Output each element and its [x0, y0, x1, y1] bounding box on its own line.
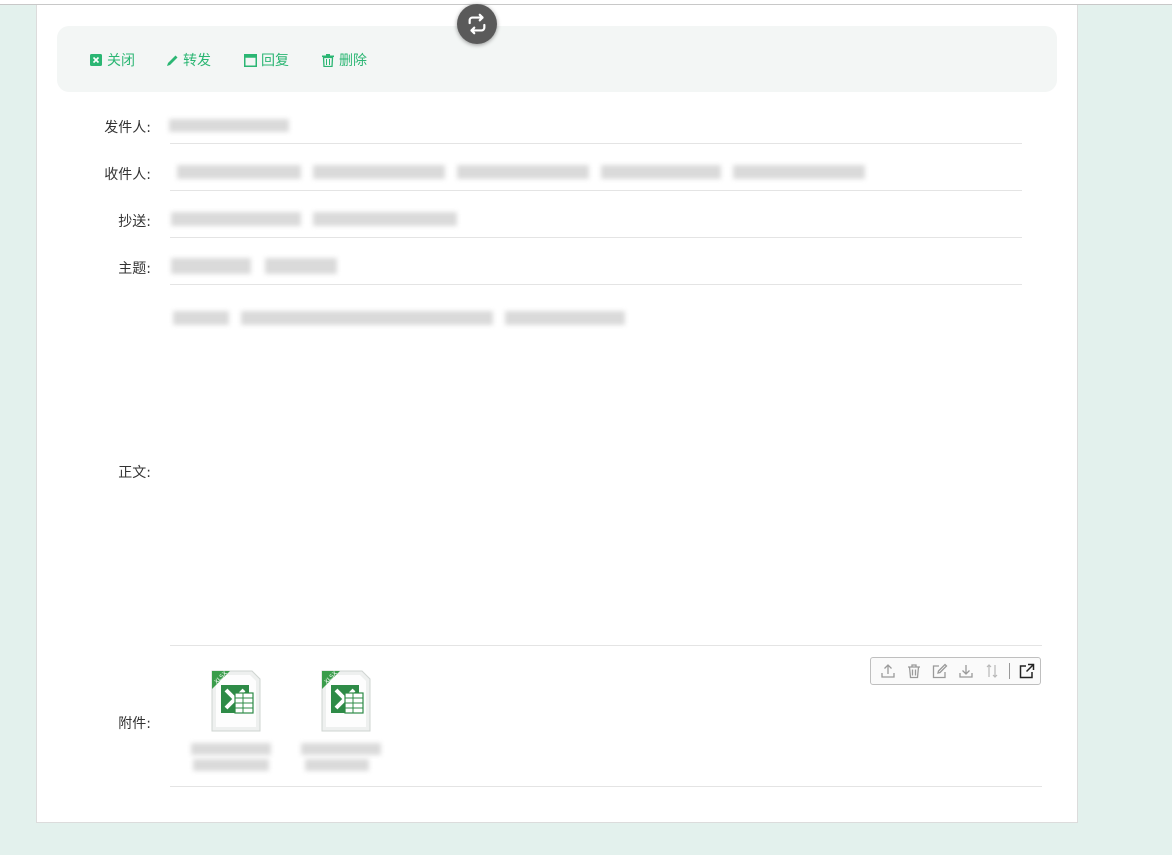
- divider: [170, 190, 1022, 191]
- attachment-item[interactable]: XLSX: [297, 669, 387, 771]
- excel-file-icon: XLSX: [211, 670, 261, 732]
- close-box-icon: [89, 53, 103, 67]
- close-button[interactable]: 关闭: [89, 50, 135, 70]
- open-external-icon[interactable]: [1014, 658, 1040, 684]
- trash-icon[interactable]: [901, 658, 927, 684]
- divider: [170, 645, 1042, 646]
- sender-label: 发件人:: [104, 120, 151, 136]
- edit-icon[interactable]: [927, 658, 953, 684]
- upload-icon[interactable]: [875, 658, 901, 684]
- download-icon[interactable]: [953, 658, 979, 684]
- divider: [170, 237, 1022, 238]
- recipient-label: 收件人:: [104, 167, 151, 183]
- excel-file-icon: XLSX: [321, 670, 371, 732]
- delete-button[interactable]: 删除: [321, 50, 367, 70]
- subject-label: 主题:: [118, 261, 151, 277]
- reply-button[interactable]: 回复: [243, 50, 289, 70]
- mail-toolbar: 关闭 转发 回复 删除: [57, 26, 1057, 92]
- sort-icon[interactable]: [979, 658, 1005, 684]
- divider: [170, 143, 1022, 144]
- reply-label: 回复: [261, 53, 289, 69]
- forward-button[interactable]: 转发: [165, 50, 211, 70]
- divider: [170, 786, 1042, 787]
- pencil-icon: [165, 53, 179, 67]
- attachment-item[interactable]: XLSX: [187, 669, 277, 771]
- refresh-button[interactable]: [457, 4, 497, 44]
- close-label: 关闭: [107, 53, 135, 69]
- forward-label: 转发: [183, 53, 211, 69]
- toolbar-separator: [1009, 663, 1010, 679]
- delete-label: 删除: [339, 53, 367, 69]
- mail-detail-panel: 关闭 转发 回复 删除 发件人: 收件人: 抄送: 主题: 正文: 附件: XL…: [36, 5, 1078, 823]
- cc-label: 抄送:: [118, 214, 151, 230]
- attachment-toolbar: [870, 657, 1041, 685]
- divider: [170, 284, 1022, 285]
- window-icon: [243, 53, 257, 67]
- trash-icon: [321, 53, 335, 67]
- body-label: 正文:: [118, 465, 151, 481]
- attachment-label: 附件:: [118, 716, 151, 732]
- refresh-icon: [468, 13, 486, 35]
